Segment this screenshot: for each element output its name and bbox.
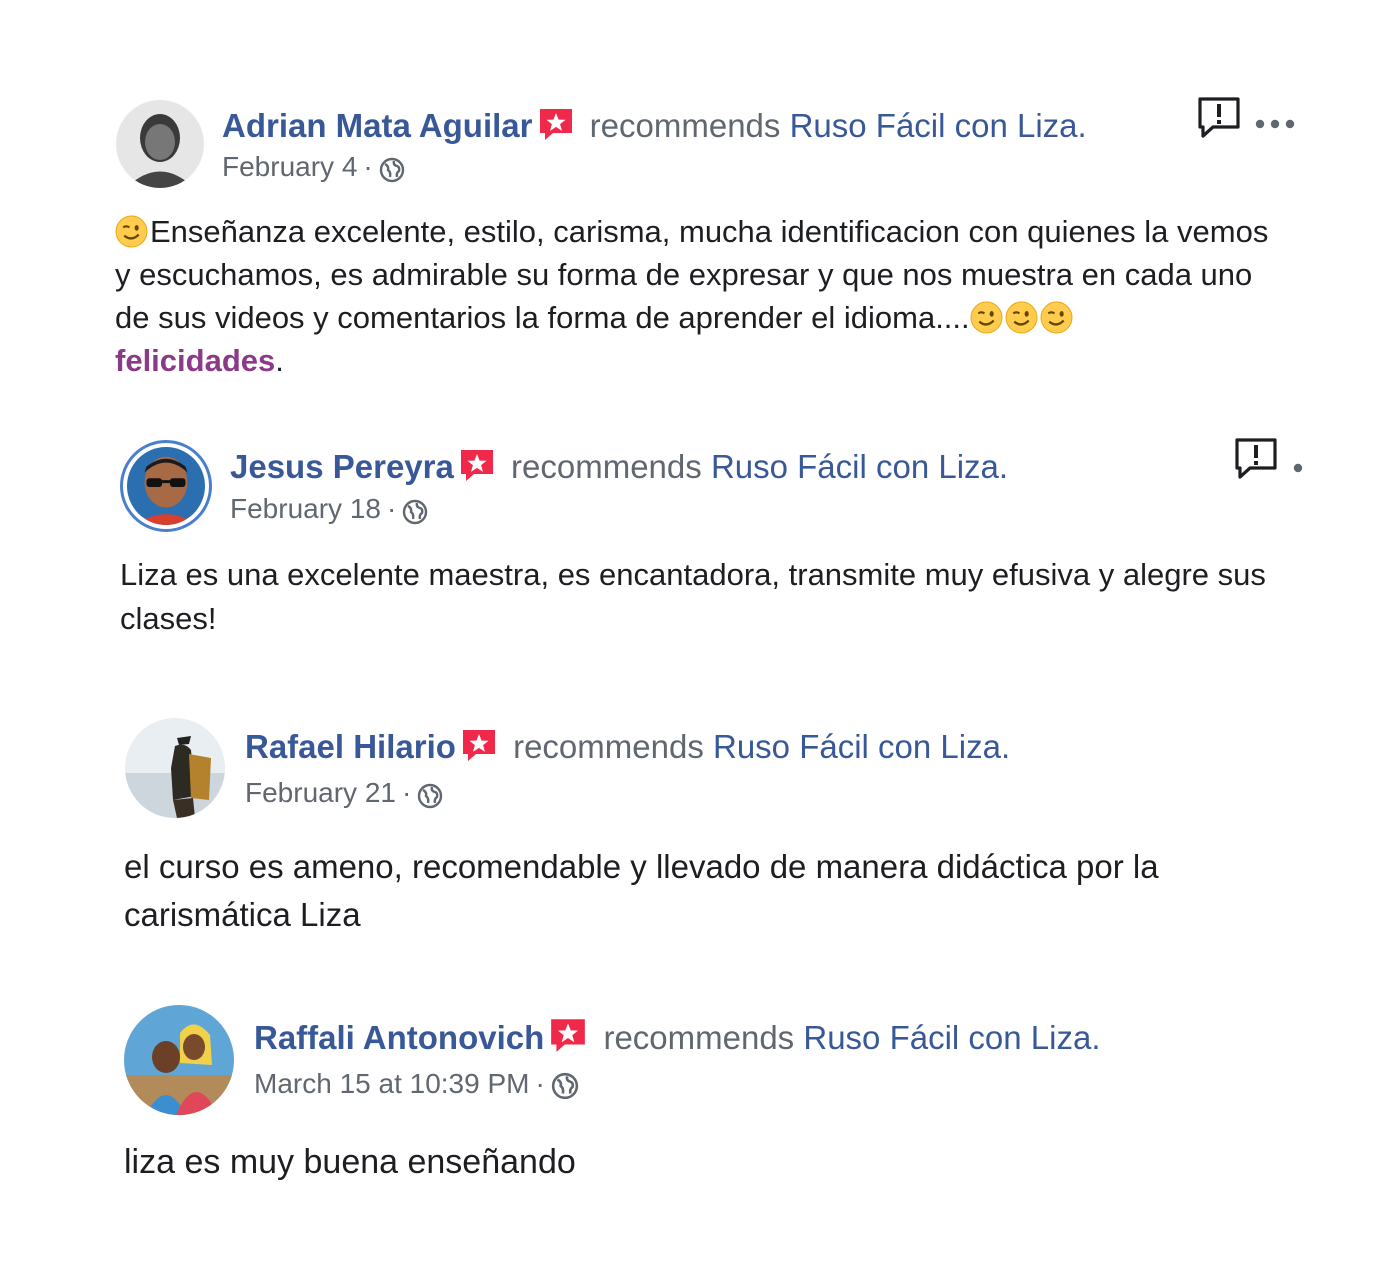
separator: ·	[401, 777, 412, 808]
avatar[interactable]	[125, 718, 225, 818]
wink-emoji	[970, 301, 1003, 334]
page-link[interactable]: Ruso Fácil con Liza	[790, 107, 1078, 144]
more-icon[interactable]	[1292, 452, 1304, 474]
separator: ·	[363, 151, 373, 182]
period: .	[1091, 1019, 1101, 1056]
recommend-star-icon	[460, 726, 498, 764]
avatar[interactable]	[116, 100, 204, 188]
period: .	[1000, 728, 1011, 765]
wink-emoji	[115, 215, 148, 248]
globe-icon[interactable]	[379, 157, 405, 183]
page-link[interactable]: Ruso Fácil con Liza	[711, 448, 999, 485]
avatar[interactable]	[120, 440, 212, 532]
recommends-label: recommends	[511, 448, 702, 485]
post-date[interactable]: February 4	[222, 151, 357, 182]
post-meta: February 21 ·	[245, 776, 443, 810]
author-name[interactable]: Raffali Antonovich	[254, 1019, 544, 1056]
review-text: el curso es ameno, recomendable y llevad…	[124, 843, 1324, 939]
post-meta: February 18 ·	[230, 492, 428, 526]
post-date[interactable]: February 21	[245, 777, 396, 808]
avatar[interactable]	[124, 1005, 234, 1115]
page-link[interactable]: Ruso Fácil con Liza	[803, 1019, 1091, 1056]
review-text: Liza es una excelente maestra, es encant…	[120, 553, 1310, 641]
review-text: Enseñanza excelente, estilo, carisma, mu…	[115, 210, 1275, 382]
page-link[interactable]: Ruso Fácil con Liza	[713, 728, 1001, 765]
review-body: Liza es una excelente maestra, es encant…	[120, 557, 1275, 636]
period: .	[998, 448, 1009, 485]
separator: ·	[386, 493, 397, 524]
recommends-label: recommends	[513, 728, 704, 765]
post-date[interactable]: February 18	[230, 493, 381, 524]
author-name[interactable]: Rafael Hilario	[245, 728, 456, 765]
review-body-end: .	[275, 343, 284, 378]
more-icon[interactable]	[1255, 108, 1295, 130]
author-name[interactable]: Jesus Pereyra	[230, 448, 454, 485]
hashtag-link[interactable]: felicidades	[115, 343, 275, 378]
review-text: liza es muy buena enseñando	[124, 1138, 1324, 1186]
post-meta: March 15 at 10:39 PM ·	[254, 1067, 579, 1101]
globe-icon[interactable]	[551, 1072, 579, 1100]
review-header: Adrian Mata Aguilar recommends Ruso Fáci…	[222, 105, 1087, 146]
recommend-star-icon	[548, 1015, 588, 1055]
review-header: Raffali Antonovich recommends Ruso Fácil…	[254, 1015, 1101, 1058]
post-meta: February 4 ·	[222, 150, 405, 184]
report-icon[interactable]	[1234, 437, 1278, 481]
wink-emoji	[1005, 301, 1038, 334]
post-date[interactable]: March 15 at 10:39 PM	[254, 1068, 529, 1099]
recommends-label: recommends	[603, 1019, 795, 1056]
review-header: Jesus Pereyra recommends Ruso Fácil con …	[230, 446, 1008, 487]
review-body: el curso es ameno, recomendable y llevad…	[124, 848, 1168, 933]
review-header: Rafael Hilario recommends Ruso Fácil con…	[245, 726, 1010, 767]
review-body: Enseñanza excelente, estilo, carisma, mu…	[115, 214, 1277, 335]
author-name[interactable]: Adrian Mata Aguilar	[222, 107, 533, 144]
report-icon[interactable]	[1197, 96, 1241, 140]
recommend-star-icon	[537, 105, 575, 143]
globe-icon[interactable]	[417, 783, 443, 809]
wink-emoji	[1040, 301, 1073, 334]
globe-icon[interactable]	[402, 499, 428, 525]
recommend-star-icon	[458, 446, 496, 484]
review-body: liza es muy buena enseñando	[124, 1143, 576, 1181]
separator: ·	[535, 1068, 545, 1099]
period: .	[1077, 107, 1087, 144]
recommends-label: recommends	[589, 107, 781, 144]
